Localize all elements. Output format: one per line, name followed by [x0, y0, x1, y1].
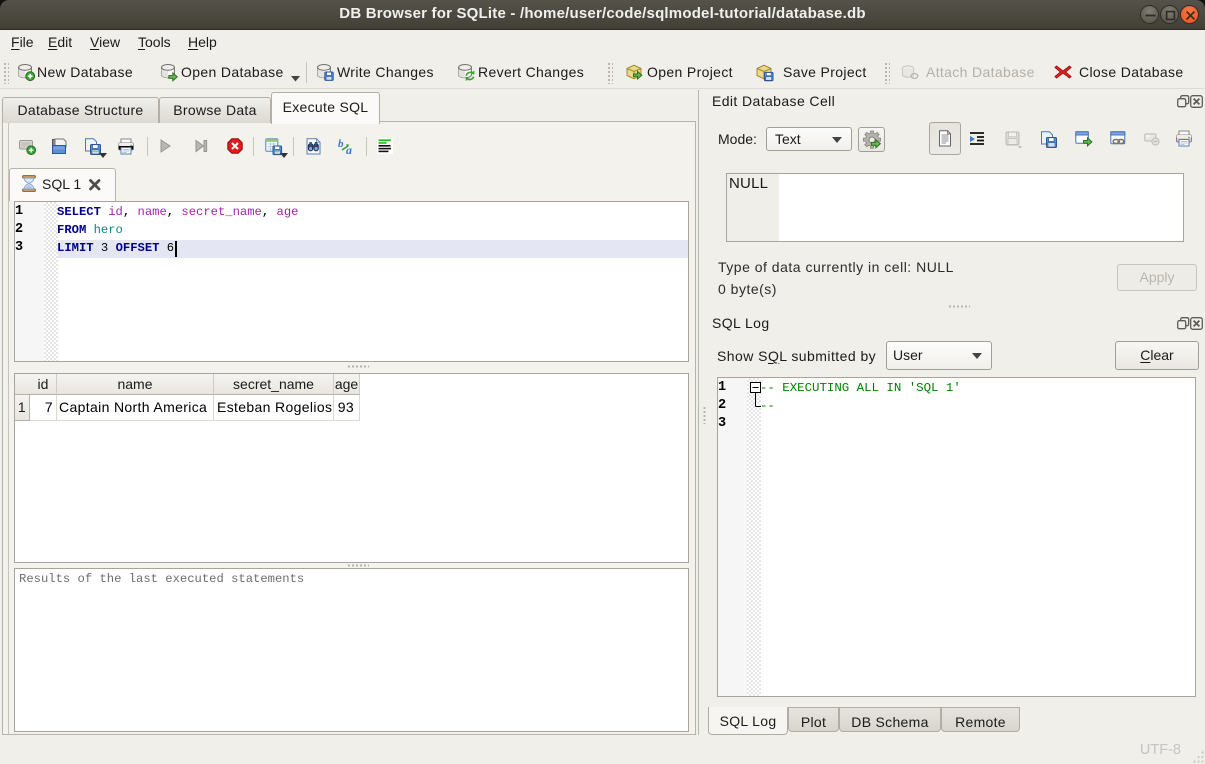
svg-text:b: b — [338, 138, 344, 150]
